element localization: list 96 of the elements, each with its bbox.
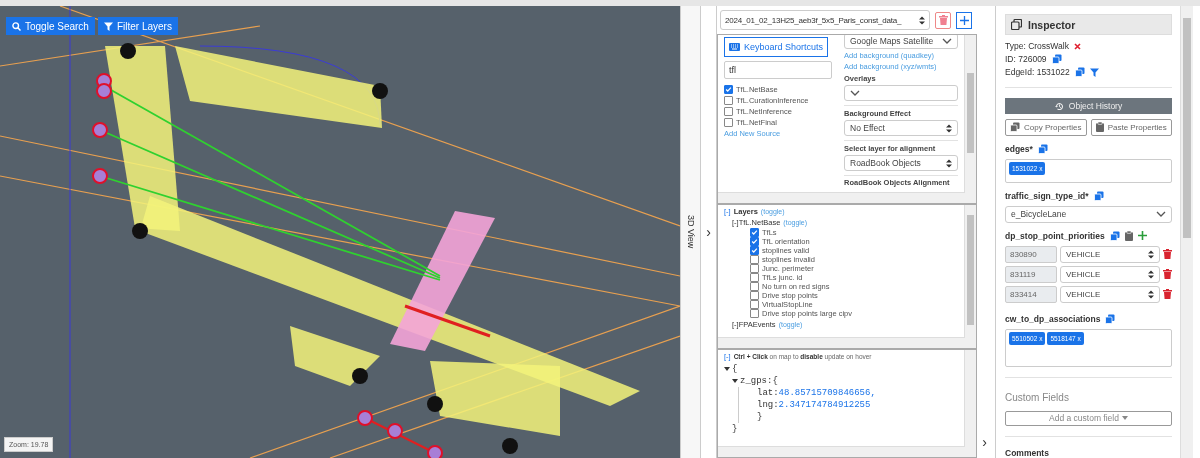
add-custom-field-button[interactable]: Add a custom field	[1005, 410, 1172, 426]
option-select[interactable]: RoadBook Objects	[844, 155, 958, 171]
sort-icon	[1148, 249, 1154, 259]
inspector-title: Inspector	[1028, 18, 1076, 31]
checkbox[interactable]	[750, 282, 759, 291]
chevron-down-icon	[1156, 211, 1166, 218]
filter-icon	[103, 21, 113, 31]
close-icon[interactable]	[1073, 42, 1081, 50]
checkbox[interactable]	[750, 273, 759, 282]
trash-icon[interactable]	[1163, 249, 1172, 260]
custom-fields-title: Custom Fields	[1005, 376, 1172, 403]
scrollbar[interactable]	[718, 192, 965, 203]
expand-toggle[interactable]: ›	[982, 434, 987, 450]
scrollbar[interactable]	[964, 205, 976, 348]
field-label: traffic_sign_type_id*	[1005, 190, 1089, 201]
copy-icon[interactable]	[1010, 122, 1021, 133]
chevron-down-icon	[942, 38, 952, 44]
copy-properties-button[interactable]: Copy Properties	[1005, 118, 1087, 136]
dataset-select[interactable]: 2024_01_02_13H25_aeb3f_5x5_Paris_const_data_	[720, 10, 930, 30]
sort-icon	[946, 158, 952, 168]
checkbox[interactable]	[750, 237, 759, 246]
plus-icon[interactable]	[1137, 231, 1147, 241]
priority-select[interactable]: VEHICLE	[1060, 265, 1160, 283]
copy-icon[interactable]	[1037, 143, 1048, 154]
json-brace: {	[732, 363, 738, 375]
source-search-field[interactable]: tfl	[724, 61, 832, 79]
json-key: z_gps:{	[740, 375, 778, 387]
json-brace: }	[732, 424, 738, 434]
trash-icon[interactable]	[1163, 269, 1172, 280]
edge-id: EdgeId: 1531022	[1005, 67, 1070, 78]
caret-icon	[724, 367, 730, 371]
toggle-search-button[interactable]: Toggle Search	[6, 17, 95, 35]
search-icon	[12, 21, 21, 31]
scrollbar[interactable]	[718, 337, 965, 348]
traffic-sign-select[interactable]: e_BicycleLane	[1005, 205, 1172, 223]
clipboard-icon	[1095, 122, 1104, 133]
paste-properties-button[interactable]: Paste Properties	[1090, 118, 1172, 136]
sort-icon	[1148, 269, 1154, 279]
keyboard-shortcuts-button[interactable]: Keyboard Shortcuts	[724, 37, 829, 57]
copy-icon[interactable]	[1109, 230, 1120, 241]
background-select[interactable]: Google Maps Satellite	[844, 35, 958, 49]
field-label: dp_stop_point_priorities	[1005, 230, 1105, 241]
copy-icon[interactable]	[1074, 67, 1085, 78]
checkbox[interactable]	[724, 118, 733, 127]
3d-view-tab[interactable]: 3D View	[680, 6, 701, 458]
json-entry: lat:48.85715709846656,	[757, 388, 876, 398]
scrollbar[interactable]	[718, 446, 965, 457]
object-id: ID: 726009	[1005, 54, 1047, 65]
plus-icon	[959, 16, 969, 25]
scrollbar[interactable]	[1180, 6, 1193, 458]
sort-icon	[919, 15, 925, 25]
keyboard-icon	[729, 43, 740, 51]
trash-icon[interactable]	[938, 15, 948, 25]
filter-layers-button[interactable]: Filter Layers	[97, 17, 178, 35]
checkbox[interactable]	[750, 228, 759, 237]
json-brace: }	[757, 412, 763, 422]
checkbox[interactable]	[724, 96, 733, 105]
option-select[interactable]: No Effect	[844, 120, 958, 136]
scrollbar[interactable]	[964, 350, 976, 457]
copy-icon[interactable]	[1105, 313, 1116, 324]
clipboard-icon[interactable]	[1124, 230, 1133, 241]
stop-point-id-field: 830890	[1005, 245, 1057, 263]
comments-label: Comments	[1005, 436, 1172, 458]
field-label: cw_to_dp_associations	[1005, 313, 1101, 324]
sort-icon	[946, 123, 952, 133]
history-icon	[1054, 101, 1064, 111]
sort-icon	[1148, 289, 1154, 299]
checkbox[interactable]	[724, 85, 733, 94]
checkbox[interactable]	[750, 264, 759, 273]
filter-icon[interactable]	[1089, 67, 1099, 77]
caret-icon	[732, 379, 738, 383]
checkbox[interactable]	[750, 255, 759, 264]
expand-toggle[interactable]: ›	[706, 224, 711, 240]
object-type: Type: CrossWalk	[1005, 41, 1069, 52]
checkbox[interactable]	[750, 309, 759, 318]
priority-select[interactable]: VEHICLE	[1060, 285, 1160, 303]
checkbox[interactable]	[750, 300, 759, 309]
copy-icon[interactable]	[1051, 54, 1062, 65]
json-entry: lng:2.347174784912255	[757, 400, 871, 410]
checkbox[interactable]	[750, 246, 759, 255]
delete-button[interactable]	[935, 11, 951, 29]
chevron-down-icon	[850, 90, 860, 96]
add-button[interactable]	[956, 11, 972, 29]
copy-icon[interactable]	[1093, 190, 1104, 201]
checkbox[interactable]	[750, 291, 759, 300]
scrollbar[interactable]	[964, 35, 976, 203]
object-history-button[interactable]: Object History	[1005, 98, 1172, 114]
caret-icon	[1121, 416, 1128, 421]
stop-point-id-field: 831119	[1005, 265, 1057, 283]
window-icon	[1011, 19, 1022, 31]
field-label: edges*	[1005, 143, 1033, 154]
checkbox[interactable]	[724, 107, 733, 116]
satellite-map-drawing[interactable]	[0, 6, 680, 458]
stop-point-id-field: 833414	[1005, 285, 1057, 303]
trash-icon[interactable]	[1163, 289, 1172, 300]
priority-select[interactable]: VEHICLE	[1060, 245, 1160, 263]
